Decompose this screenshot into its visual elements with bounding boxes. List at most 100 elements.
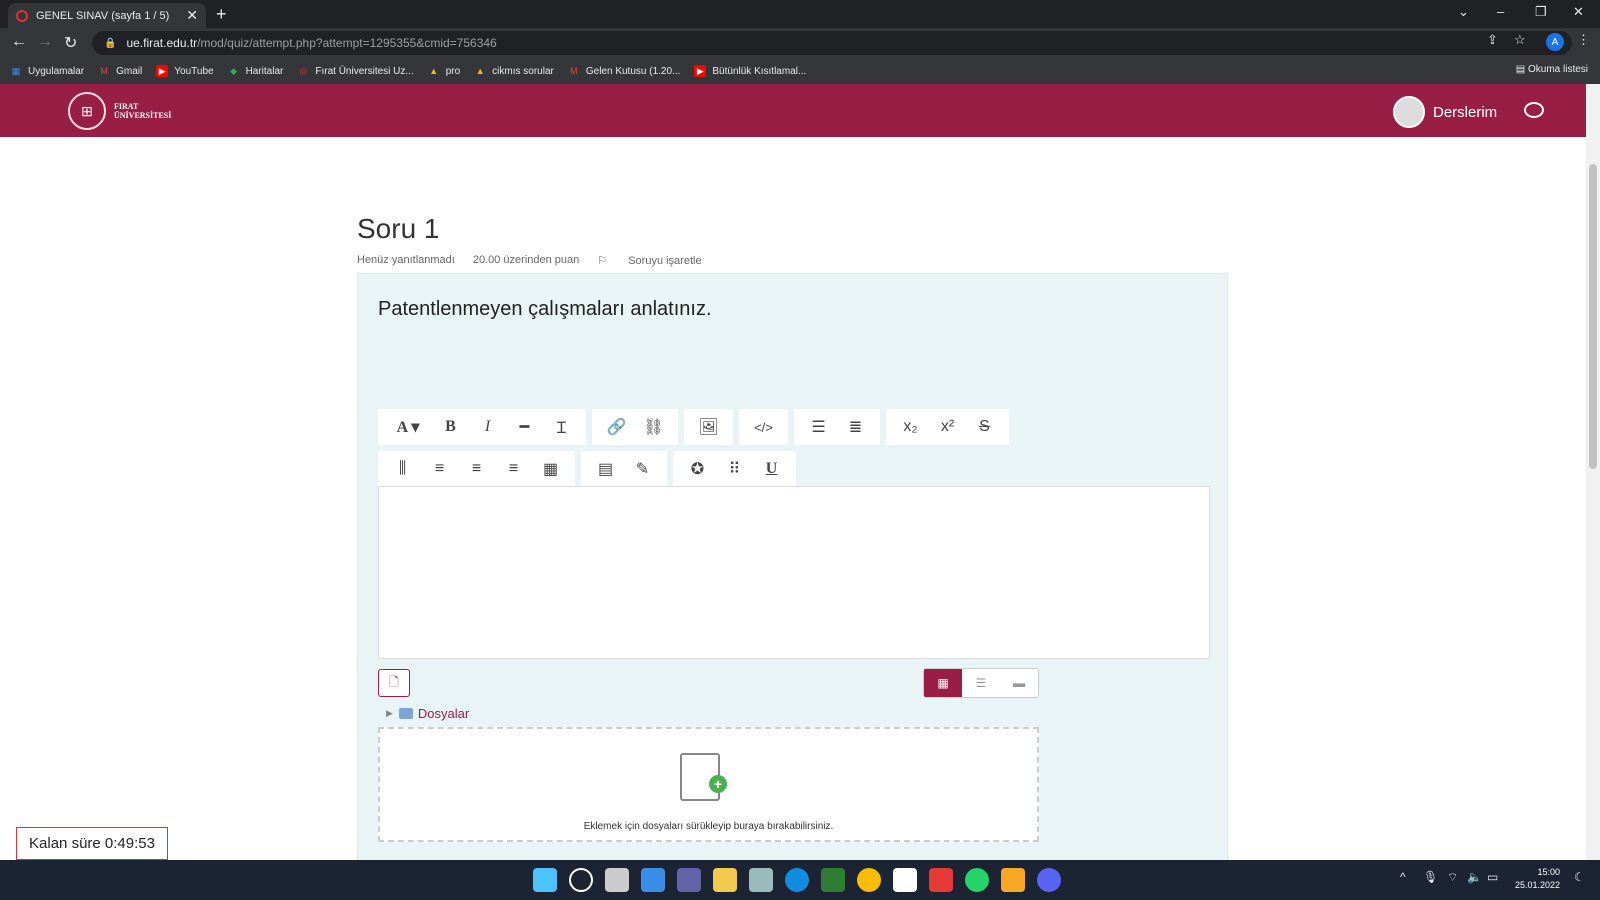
flag-question-link[interactable]: ⚐ Soruyu işaretle	[597, 254, 719, 267]
toolbar-group-second-row: ✪ ⠿ U	[673, 451, 796, 487]
tray-chevron-icon[interactable]: ^	[1400, 870, 1406, 884]
underline-icon[interactable]: U	[753, 451, 790, 487]
user-menu[interactable]: Derslerim	[1393, 96, 1497, 128]
back-icon[interactable]: ←	[11, 33, 27, 51]
volume-icon[interactable]: 🔈	[1467, 870, 1482, 884]
system-clock[interactable]: 15:00 25.01.2022	[1510, 866, 1560, 892]
edge-icon[interactable]	[785, 868, 809, 892]
add-icon: +	[709, 775, 727, 793]
sticky-notes-icon[interactable]	[713, 868, 737, 892]
bookmark-firat[interactable]: ◎ Fırat Üniversitesi Uz...	[297, 65, 413, 77]
horizontal-rule-icon[interactable]: ━	[506, 409, 543, 445]
clock-date: 25.01.2022	[1514, 880, 1560, 890]
forward-icon[interactable]: →	[37, 33, 53, 51]
menu-icon[interactable]: ⋮	[1577, 32, 1590, 48]
unlink-icon[interactable]: ⛓	[635, 409, 672, 445]
bookmark-youtube[interactable]: ▶ YouTube	[156, 65, 214, 77]
restore-icon[interactable]: ❐	[1535, 4, 1547, 20]
page-scrollbar[interactable]	[1586, 84, 1600, 860]
files-folder[interactable]: ▶ Dosyalar	[386, 706, 469, 721]
browser-tab[interactable]: GENEL SINAV (sayfa 1 / 5) ✕	[8, 3, 206, 28]
bookmark-label: YouTube	[174, 65, 214, 77]
windows-taskbar: ^ 🎙 ⌔ 🔈 ▭ 15:00 25.01.2022 ☾	[0, 860, 1600, 900]
bookmark-gmail[interactable]: M Gmail	[98, 65, 142, 77]
close-window-icon[interactable]: ✕	[1573, 4, 1584, 20]
add-file-button[interactable]: 🗋	[378, 669, 410, 697]
wifi-icon[interactable]: ⌔	[1447, 870, 1458, 885]
app-icon[interactable]	[749, 868, 773, 892]
share-icon[interactable]: ⇪	[1487, 32, 1498, 48]
file-dropzone[interactable]: + Eklemek için dosyaları sürükleyip bura…	[378, 727, 1039, 842]
italic-icon[interactable]: I	[469, 409, 506, 445]
whatsapp-icon[interactable]	[965, 868, 989, 892]
bold-icon[interactable]: B	[432, 409, 469, 445]
paragraph-style-icon[interactable]: A ▾	[384, 409, 432, 445]
link-icon[interactable]: 🔗	[598, 409, 635, 445]
new-tab-icon[interactable]: +	[216, 4, 227, 25]
university-logo[interactable]: ⊞ FIRAT ÜNİVERSİTESİ	[68, 92, 171, 130]
windows-start-icon[interactable]	[533, 868, 557, 892]
bookmark-cikmis[interactable]: ▲ cikmıs sorular	[474, 65, 554, 77]
numbered-list-icon[interactable]: ≣	[837, 409, 874, 445]
columns-icon[interactable]: ⫼	[384, 451, 421, 487]
minimize-icon[interactable]: –	[1497, 4, 1504, 19]
bookmark-maps[interactable]: ◆ Haritalar	[228, 65, 283, 77]
view-tree-button[interactable]: ▬	[1000, 669, 1038, 697]
site-favicon-icon	[16, 9, 28, 22]
view-icons-button[interactable]: ▦	[924, 669, 962, 697]
store-icon[interactable]	[893, 868, 917, 892]
app-icon[interactable]	[821, 868, 845, 892]
superscript-icon[interactable]: x²	[929, 409, 966, 445]
youtube-icon[interactable]	[929, 868, 953, 892]
bookmark-star-icon[interactable]: ☆	[1514, 32, 1526, 48]
messages-icon[interactable]	[1524, 102, 1544, 118]
edit-icon[interactable]: ✎	[624, 451, 661, 487]
address-bar[interactable]: 🔒 ue.firat.edu.tr/mod/quiz/attempt.php?a…	[92, 31, 1572, 55]
battery-icon[interactable]: ▭	[1487, 870, 1498, 884]
html-code-icon[interactable]: </>	[745, 409, 782, 445]
url-path: /mod/quiz/attempt.php?attempt=1295355&cm…	[197, 36, 497, 50]
discord-icon[interactable]	[1037, 868, 1061, 892]
search-icon[interactable]	[569, 868, 593, 892]
bookmark-label: Bütünlük Kısıtlamal...	[712, 65, 807, 77]
question-status: Henüz yanıtlanmadı	[357, 254, 455, 266]
toolbar-group-style: A ▾ B I ━ Ɪ	[378, 409, 586, 445]
profile-avatar[interactable]: A	[1546, 33, 1564, 51]
align-left-icon[interactable]: ≡	[421, 451, 458, 487]
teams-icon[interactable]	[677, 868, 701, 892]
chrome-icon[interactable]	[857, 868, 881, 892]
subscript-icon[interactable]: x₂	[892, 409, 929, 445]
calculator-icon[interactable]: ▤	[587, 451, 624, 487]
task-view-icon[interactable]	[605, 868, 629, 892]
youtube-icon: ▶	[156, 65, 169, 77]
bookmark-inbox[interactable]: M Gelen Kutusu (1.20...	[568, 65, 680, 77]
microphone-icon[interactable]: 🎙	[1423, 870, 1438, 884]
bookmark-apps[interactable]: ▦ Uygulamalar	[10, 65, 84, 77]
scrollbar-thumb[interactable]	[1589, 164, 1597, 469]
view-list-button[interactable]: ☰	[962, 669, 1000, 697]
toolbar-group-media: 🖼	[684, 409, 733, 445]
reload-icon[interactable]: ↻	[64, 33, 77, 53]
clear-formatting-icon[interactable]: Ɪ	[543, 409, 580, 445]
toggle-toolbar-icon[interactable]: ⠿	[716, 451, 753, 487]
image-icon[interactable]: 🖼	[690, 409, 727, 445]
file-icon: 🗋	[389, 674, 399, 689]
bookmark-pro[interactable]: ▲ pro	[428, 65, 460, 77]
bookmark-integrity[interactable]: ▶ Bütünlük Kısıtlamal...	[694, 65, 806, 77]
accessibility-icon[interactable]: ✪	[679, 451, 716, 487]
notification-icon[interactable]: ☾	[1574, 870, 1585, 884]
bookmark-label: Uygulamalar	[28, 65, 85, 77]
bullet-list-icon[interactable]: ☰	[800, 409, 837, 445]
reading-list-icon: ▤	[1515, 64, 1528, 75]
align-right-icon[interactable]: ≡	[495, 451, 532, 487]
reading-list[interactable]: ▤ Okuma listesi	[1516, 64, 1588, 75]
answer-editor[interactable]	[378, 486, 1210, 659]
file-explorer-icon[interactable]	[1001, 868, 1025, 892]
nav-courses-label: Derslerim	[1433, 103, 1498, 121]
table-icon[interactable]: ▦	[532, 451, 569, 487]
align-center-icon[interactable]: ≡	[458, 451, 495, 487]
widgets-icon[interactable]	[641, 868, 665, 892]
strikethrough-icon[interactable]: S	[966, 409, 1003, 445]
tab-search-icon[interactable]: ⌄	[1458, 4, 1469, 20]
close-tab-icon[interactable]: ✕	[186, 7, 198, 24]
